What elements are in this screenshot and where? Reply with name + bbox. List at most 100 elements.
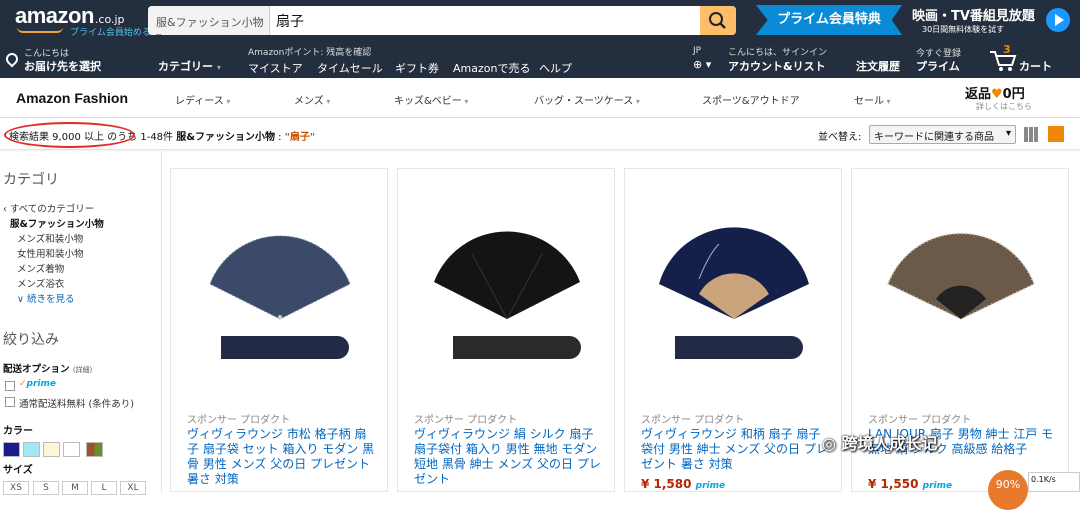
fashion-nav-sale[interactable]: セール	[854, 92, 891, 107]
fan-case-image	[675, 336, 803, 359]
fan-case-image	[221, 336, 349, 359]
grid-view-icon[interactable]	[1024, 127, 1039, 142]
color-swatch-navy[interactable]	[3, 442, 20, 457]
fashion-nav-bags[interactable]: バッグ・スーツケース	[534, 92, 640, 107]
upload-speed: 0.1K/s	[1031, 475, 1056, 484]
size-option-m[interactable]: M	[62, 481, 88, 495]
fashion-subnav: Amazon Fashion レディース メンズ キッズ&ベビー バッグ・スーツ…	[0, 78, 1080, 118]
product-image[interactable]	[412, 224, 602, 324]
category-heading: カテゴリ	[3, 172, 59, 188]
returns-label: 返品	[965, 87, 992, 102]
play-icon[interactable]	[1046, 8, 1070, 32]
product-card[interactable]: スポンサー プロダクト ヴィヴィラウンジ 絹 シルク 扇子 扇子袋付 箱入り 男…	[397, 168, 615, 492]
cart-count: 3	[1003, 43, 1011, 56]
product-title[interactable]: ヴィヴィラウンジ 絹 シルク 扇子 扇子袋付 箱入り 男性 無地 モダン 短地 …	[414, 427, 604, 487]
color-swatch-white[interactable]	[63, 442, 80, 457]
prime-benefits-banner[interactable]: プライム会員特典	[756, 5, 902, 35]
speed-badge[interactable]: 90%	[988, 470, 1028, 510]
nav-link-mystore[interactable]: マイストア	[248, 60, 303, 76]
show-more-link[interactable]: ∨ 続きを見る	[17, 291, 74, 305]
search-button[interactable]	[700, 6, 736, 35]
cart-label[interactable]: カート	[1019, 58, 1052, 74]
prime-badge: prime	[695, 481, 726, 491]
annotation-circle	[4, 122, 135, 148]
refine-heading: 絞り込み	[3, 332, 59, 348]
orders-link[interactable]: 注文履歴	[856, 58, 900, 74]
watermark-text: 跨境人成长记	[841, 434, 938, 453]
free-shipping-checkbox[interactable]	[5, 397, 15, 407]
account-lists-menu[interactable]: アカウント&リスト	[728, 58, 826, 74]
subcategory-link[interactable]: メンズ着物	[17, 261, 64, 275]
all-categories-link[interactable]: ‹ すべてのカテゴリー	[3, 201, 94, 215]
points-link[interactable]: Amazonポイント: 残高を確認	[248, 45, 371, 58]
top-header: amazon.co.jp プライム会員始める 服&ファッション小物 ▾ 扇子 プ…	[0, 0, 1080, 40]
logo-smile-icon	[17, 27, 63, 33]
search-input[interactable]: 扇子	[276, 11, 304, 31]
size-option-s[interactable]: S	[33, 481, 59, 495]
fashion-nav-sports[interactable]: スポーツ&アウトドア	[702, 92, 800, 107]
size-option-xs[interactable]: XS	[3, 481, 29, 495]
color-swatch-multi[interactable]	[86, 442, 103, 457]
prime-menu[interactable]: プライム	[916, 58, 960, 74]
sort-value: キーワードに関連する商品	[874, 132, 994, 143]
fashion-nav-ladies[interactable]: レディース	[175, 92, 230, 107]
product-card[interactable]: スポンサー プロダクト ヴィヴィラウンジ 和柄 扇子 扇子袋付 男性 紳士 メン…	[624, 168, 842, 492]
subcategory-link[interactable]: 女性用和装小物	[17, 246, 84, 260]
watermark: ◎ 跨境人成长记	[822, 430, 938, 454]
results-colon: :	[274, 132, 285, 143]
delivery-details-link[interactable]: (詳細)	[73, 366, 92, 374]
product-image[interactable]	[639, 224, 829, 324]
product-image[interactable]	[185, 224, 375, 324]
deliver-to-link[interactable]: お届け先を選択	[24, 58, 101, 74]
price-value: ¥ 1,580	[641, 477, 692, 491]
check-icon: ✓	[19, 379, 27, 389]
tv-ad-subtitle: 30日間無料体験を試す	[922, 25, 1005, 34]
search-category-dropdown[interactable]: 服&ファッション小物 ▾	[148, 6, 270, 35]
nav-link-help[interactable]: ヘルプ	[539, 60, 572, 76]
amazon-logo[interactable]: amazon.co.jp プライム会員始める	[15, 3, 151, 38]
nav-link-giftcard[interactable]: ギフト券	[395, 60, 439, 76]
returns-details-link[interactable]: 詳しくはこちら	[976, 101, 1032, 112]
categories-menu[interactable]: カテゴリー ▾	[158, 58, 221, 74]
sponsored-label: スポンサー プロダクト	[868, 415, 972, 426]
heart-icon: ♥	[991, 87, 1003, 102]
fashion-nav-kids[interactable]: キッズ&ベビー	[394, 92, 468, 107]
network-speed-widget: 0.1K/s	[1028, 472, 1080, 492]
product-card[interactable]: スポンサー プロダクト ヴィヴィラウンジ 市松 格子柄 扇子 扇子袋 セット 箱…	[170, 168, 388, 492]
color-swatch-lightblue[interactable]	[23, 442, 40, 457]
color-swatch-cream[interactable]	[43, 442, 60, 457]
fashion-nav-mens[interactable]: メンズ	[294, 92, 330, 107]
size-option-xl[interactable]: XL	[120, 481, 146, 495]
current-category: 服&ファッション小物	[10, 219, 104, 230]
prime-logo-text: prime	[26, 379, 56, 389]
location-pin-icon	[3, 50, 21, 68]
color-heading: カラー	[3, 426, 33, 437]
fashion-title[interactable]: Amazon Fashion	[16, 90, 128, 106]
chevron-down-icon: ▾	[216, 63, 221, 72]
fan-case-image	[453, 336, 581, 359]
globe-icon: ⊕	[693, 58, 703, 71]
subcategory-link[interactable]: メンズ和装小物	[17, 231, 83, 245]
price-value: ¥ 1,550	[868, 477, 919, 491]
account-greeting: こんにちは、サインイン	[728, 48, 828, 58]
nav-link-sell[interactable]: Amazonで売る	[453, 60, 530, 76]
subcategory-link[interactable]: メンズ浴衣	[17, 276, 64, 290]
prime-join-link[interactable]: プライム会員始める	[70, 25, 151, 38]
chevron-down-icon: ▾	[1005, 128, 1011, 139]
language-selector[interactable]: ⊕ ▾	[693, 58, 711, 71]
product-title[interactable]: ヴィヴィラウンジ 市松 格子柄 扇子 扇子袋 セット 箱入り モダン 黒骨 男性…	[187, 427, 377, 487]
sort-dropdown[interactable]: キーワードに関連する商品 ▾	[869, 125, 1016, 144]
prime-badge: prime	[922, 481, 953, 491]
list-view-icon[interactable]	[1048, 126, 1064, 142]
sponsored-label: スポンサー プロダクト	[414, 415, 518, 426]
product-image[interactable]	[866, 224, 1056, 324]
size-option-l[interactable]: L	[91, 481, 117, 495]
free-returns-badge[interactable]: 返品♥0円	[965, 83, 1025, 102]
main-nav: こんにちは お届け先を選択 カテゴリー ▾ Amazonポイント: 残高を確認 …	[0, 40, 1080, 78]
prime-checkbox[interactable]	[5, 381, 15, 391]
nav-link-timesale[interactable]: タイムセール	[317, 60, 383, 76]
tv-ad[interactable]: 映画・TV番組見放題 30日間無料体験を試す	[912, 5, 1035, 35]
product-title[interactable]: ヴィヴィラウンジ 和柄 扇子 扇子袋付 男性 紳士 メンズ 父の日 プレゼント …	[641, 427, 831, 472]
results-category: 服&ファッション小物	[176, 132, 275, 143]
categories-label: カテゴリー	[158, 60, 213, 73]
